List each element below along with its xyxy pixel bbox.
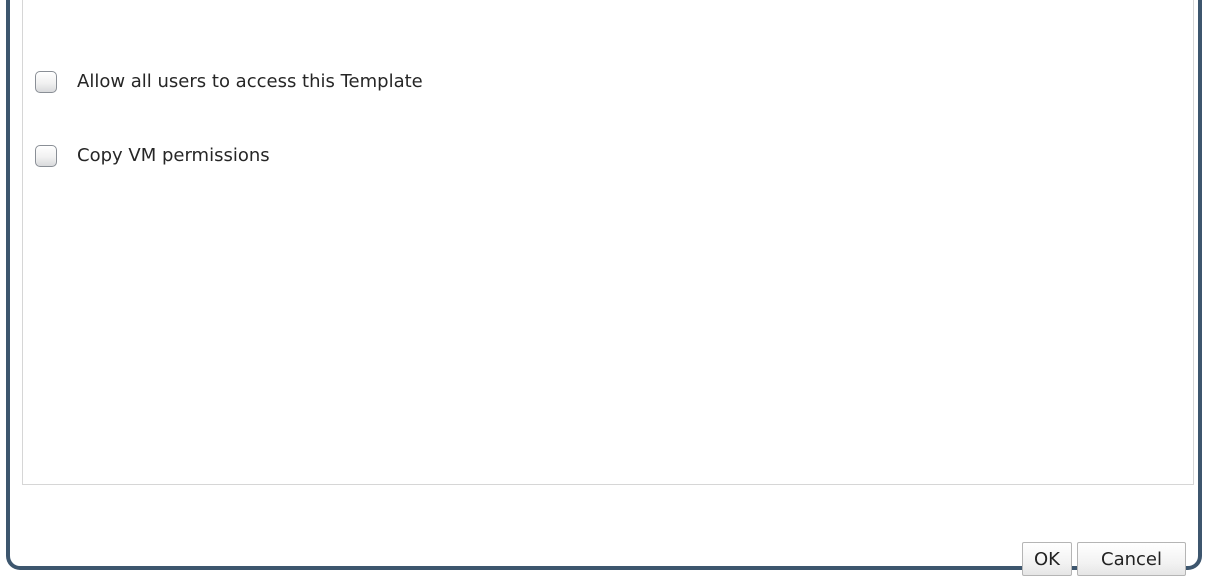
allow-all-users-checkbox[interactable] (35, 71, 57, 93)
copy-vm-permissions-option[interactable]: Copy VM permissions (35, 145, 270, 167)
ok-button[interactable]: OK (1022, 542, 1072, 576)
new-template-dialog: Allow all users to access this Template … (6, 0, 1202, 570)
dialog-content-panel: Allow all users to access this Template … (22, 0, 1194, 485)
cancel-button[interactable]: Cancel (1077, 542, 1186, 576)
allow-all-users-label: Allow all users to access this Template (77, 71, 423, 92)
allow-all-users-option[interactable]: Allow all users to access this Template (35, 71, 423, 93)
dialog-footer: OK Cancel (1022, 542, 1186, 576)
copy-vm-permissions-label: Copy VM permissions (77, 145, 270, 166)
copy-vm-permissions-checkbox[interactable] (35, 145, 57, 167)
